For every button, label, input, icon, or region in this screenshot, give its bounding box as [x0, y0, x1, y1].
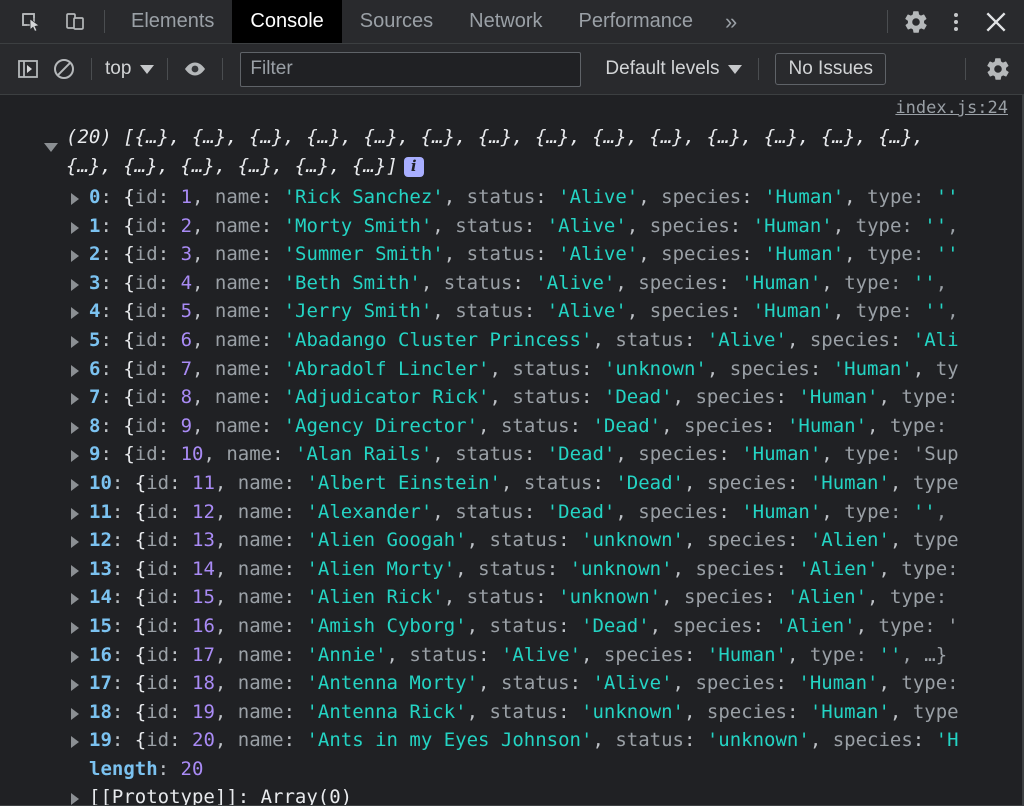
array-row[interactable]: 10: {id: 11, name: 'Albert Einstein', st… — [0, 469, 1022, 498]
prototype-row[interactable]: [[Prototype]]: Array(0) — [0, 783, 1022, 806]
array-row[interactable]: 15: {id: 16, name: 'Amish Cyborg', statu… — [0, 612, 1022, 641]
array-row[interactable]: 16: {id: 17, name: 'Annie', status: 'Ali… — [0, 641, 1022, 670]
array-row[interactable]: 5: {id: 6, name: 'Abadango Cluster Princ… — [0, 326, 1022, 355]
array-row[interactable]: 1: {id: 2, name: 'Morty Smith', status: … — [0, 212, 1022, 241]
prototype-disclosure-triangle[interactable] — [71, 793, 79, 806]
device-toolbar-icon[interactable] — [58, 5, 92, 39]
close-icon[interactable] — [976, 2, 1016, 42]
row-disclosure-triangle[interactable] — [71, 307, 79, 320]
log-levels-selector[interactable]: Default levels — [605, 58, 743, 80]
array-row[interactable]: 3: {id: 4, name: 'Beth Smith', status: '… — [0, 269, 1022, 298]
row-disclosure-triangle[interactable] — [71, 221, 79, 234]
array-row[interactable]: 7: {id: 8, name: 'Adjudicator Rick', sta… — [0, 383, 1022, 412]
devtools-tabs: Elements Console Sources Network Perform… — [113, 0, 751, 43]
array-row[interactable]: 0: {id: 1, name: 'Rick Sanchez', status:… — [0, 183, 1022, 212]
sidebar-glyph — [18, 60, 38, 78]
row-disclosure-triangle[interactable] — [71, 335, 79, 348]
array-row[interactable]: 17: {id: 18, name: 'Antenna Morty', stat… — [0, 669, 1022, 698]
tabbar-left-icons — [0, 0, 96, 43]
filterbar-divider-2 — [167, 58, 169, 80]
row-disclosure-triangle[interactable] — [71, 593, 79, 606]
show-console-sidebar-icon[interactable] — [10, 51, 46, 87]
array-length-row: length: 20 — [89, 757, 204, 780]
row-disclosure-triangle[interactable] — [71, 421, 79, 434]
row-disclosure-triangle[interactable] — [71, 278, 79, 291]
eye-icon[interactable] — [177, 51, 213, 87]
devtools-tabbar: Elements Console Sources Network Perform… — [0, 0, 1024, 44]
clear-console-icon[interactable] — [46, 51, 82, 87]
chevron-down-icon — [140, 64, 155, 74]
row-disclosure-triangle[interactable] — [71, 707, 79, 720]
array-entries: 0: {id: 1, name: 'Rick Sanchez', status:… — [0, 181, 1022, 755]
close-glyph — [986, 11, 1006, 32]
settings-gear-icon[interactable] — [896, 2, 936, 42]
row-disclosure-triangle[interactable] — [71, 393, 79, 406]
filterbar-divider-4 — [758, 58, 760, 80]
filterbar-divider-5 — [965, 58, 966, 80]
row-disclosure-triangle[interactable] — [71, 536, 79, 549]
array-row[interactable]: 6: {id: 7, name: 'Abradolf Lincler', sta… — [0, 355, 1022, 384]
row-disclosure-triangle[interactable] — [71, 250, 79, 263]
row-disclosure-triangle[interactable] — [71, 650, 79, 663]
row-disclosure-triangle[interactable] — [71, 193, 79, 205]
row-disclosure-triangle[interactable] — [71, 450, 79, 463]
console-gear-glyph — [987, 58, 1009, 80]
row-disclosure-triangle[interactable] — [71, 507, 79, 520]
inspect-element-icon[interactable] — [14, 5, 48, 39]
array-row[interactable]: 18: {id: 19, name: 'Antenna Rick', statu… — [0, 698, 1022, 727]
issues-button[interactable]: No Issues — [775, 53, 886, 85]
tab-console[interactable]: Console — [232, 0, 342, 43]
execution-context-label: top — [105, 58, 132, 79]
tab-performance[interactable]: Performance — [561, 0, 712, 43]
tab-sources[interactable]: Sources — [342, 0, 451, 43]
array-row[interactable]: 4: {id: 5, name: 'Jerry Smith', status: … — [0, 297, 1022, 326]
row-disclosure-triangle[interactable] — [71, 564, 79, 577]
filterbar-divider-3 — [222, 58, 224, 80]
console-settings-gear-icon[interactable] — [980, 51, 1016, 87]
gear-glyph — [905, 10, 927, 33]
more-tabs-chevron-icon[interactable]: » — [711, 0, 751, 43]
row-disclosure-triangle[interactable] — [71, 679, 79, 692]
array-row[interactable]: 14: {id: 15, name: 'Alien Rick', status:… — [0, 583, 1022, 612]
device-toolbar-glyph — [66, 12, 84, 30]
tab-network[interactable]: Network — [451, 0, 560, 43]
tabbar-divider — [104, 10, 105, 33]
row-disclosure-triangle[interactable] — [71, 621, 79, 634]
devtools-window: Elements Console Sources Network Perform… — [0, 0, 1024, 806]
array-row[interactable]: 8: {id: 9, name: 'Agency Director', stat… — [0, 412, 1022, 441]
array-row[interactable]: 13: {id: 14, name: 'Alien Morty', status… — [0, 555, 1022, 584]
execution-context-selector[interactable]: top — [101, 58, 158, 80]
array-row[interactable]: 12: {id: 13, name: 'Alien Googah', statu… — [0, 526, 1022, 555]
row-disclosure-triangle[interactable] — [71, 478, 79, 491]
array-row[interactable]: 2: {id: 3, name: 'Summer Smith', status:… — [0, 240, 1022, 269]
prototype-label: [[Prototype]]: Array(0) — [89, 786, 353, 806]
array-preview-header: (20) [{…}, {…}, {…}, {…}, {…}, {…}, {…},… — [66, 126, 936, 177]
row-disclosure-triangle[interactable] — [71, 364, 79, 377]
filterbar-divider-1 — [91, 58, 92, 80]
chevron-down-icon-levels — [728, 64, 743, 74]
inspect-element-glyph — [22, 12, 40, 32]
array-row[interactable]: 9: {id: 10, name: 'Alan Rails', status: … — [0, 440, 1022, 469]
console-filter-bar: top Default levels No Issues — [0, 44, 1024, 95]
tabbar-right-icons — [879, 0, 1024, 43]
array-row[interactable]: 11: {id: 12, name: 'Alexander', status: … — [0, 498, 1022, 527]
eye-glyph — [185, 62, 206, 76]
clear-console-glyph — [54, 59, 74, 79]
filter-input[interactable] — [240, 51, 582, 87]
length-key: length — [89, 757, 158, 780]
log-levels-label: Default levels — [605, 58, 720, 79]
console-message: index.js:24 (20) [{…}, {…}, {…}, {…}, {…… — [0, 95, 1022, 806]
info-badge-icon: i — [403, 156, 424, 177]
length-value: 20 — [180, 757, 204, 780]
array-row[interactable]: 19: {id: 20, name: 'Ants in my Eyes John… — [0, 726, 1022, 755]
kebab-glyph — [954, 12, 958, 31]
more-options-kebab-icon[interactable] — [936, 2, 976, 42]
row-disclosure-triangle[interactable] — [71, 736, 79, 749]
tabbar-divider-right — [887, 10, 888, 33]
filterbar-right — [949, 51, 1016, 87]
console-output-panel[interactable]: index.js:24 (20) [{…}, {…}, {…}, {…}, {…… — [0, 95, 1024, 806]
tab-elements[interactable]: Elements — [113, 0, 232, 43]
